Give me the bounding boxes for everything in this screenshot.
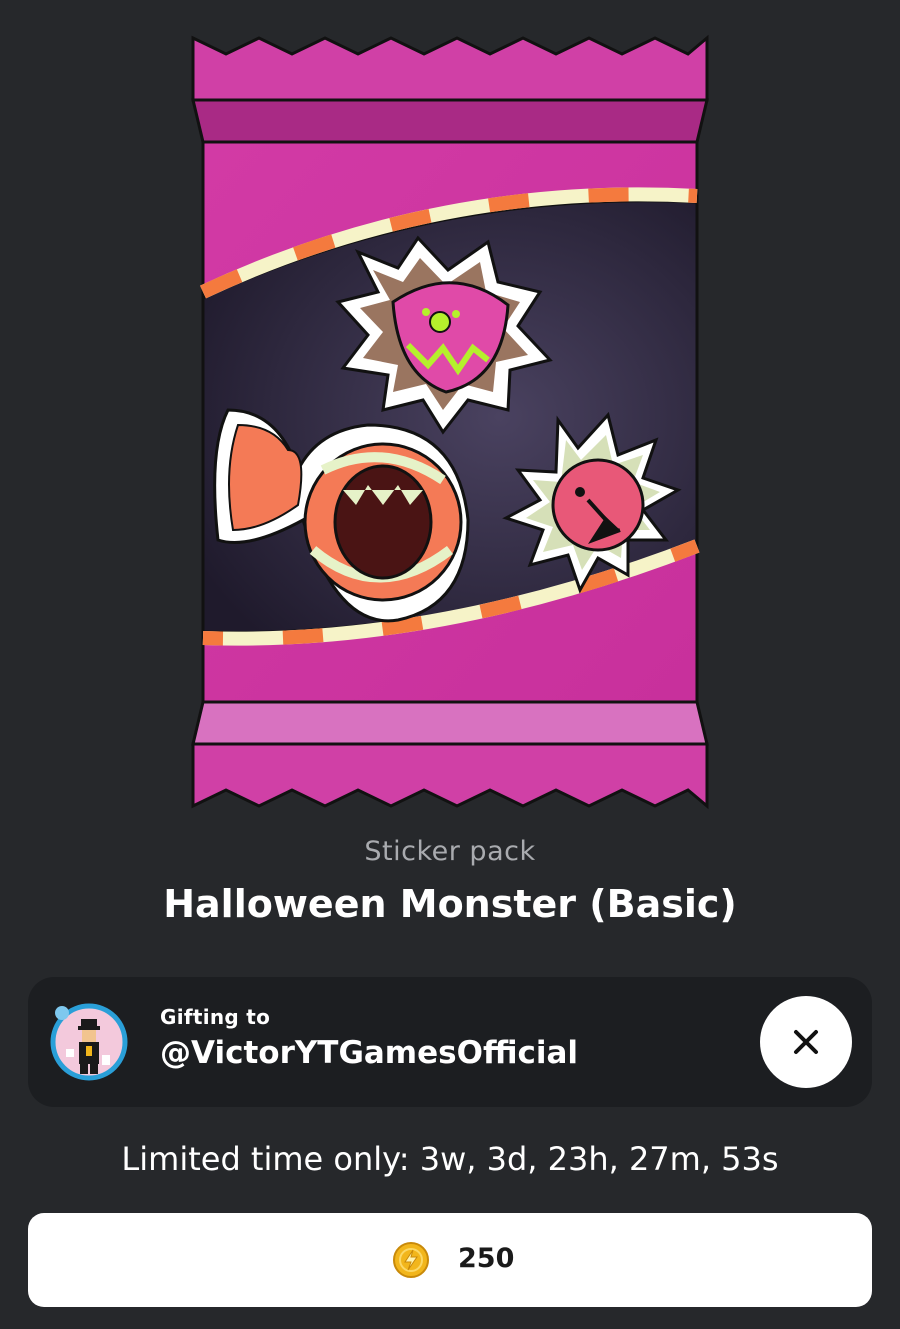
price-label: 250 [458,1243,515,1274]
avatar [50,1003,128,1081]
gifting-to-label: Gifting to [160,1005,271,1029]
gift-recipient-card: Gifting to @VictorYTGamesOfficial [28,977,872,1107]
coin-icon [393,1242,429,1278]
limited-time-countdown: Limited time only: 3w, 3d, 23h, 27m, 53s [121,1140,779,1178]
remove-recipient-button[interactable] [760,996,852,1088]
sticker-pack-image [191,34,709,810]
purchase-button[interactable]: 250 [28,1213,872,1307]
sticker-pack-screen: Sticker pack Halloween Monster (Basic) G… [0,0,900,1329]
recipient-username: @VictorYTGamesOfficial [160,1035,579,1071]
pack-title: Halloween Monster (Basic) [163,882,737,926]
close-icon [794,1030,818,1054]
pack-type-label: Sticker pack [364,836,536,867]
